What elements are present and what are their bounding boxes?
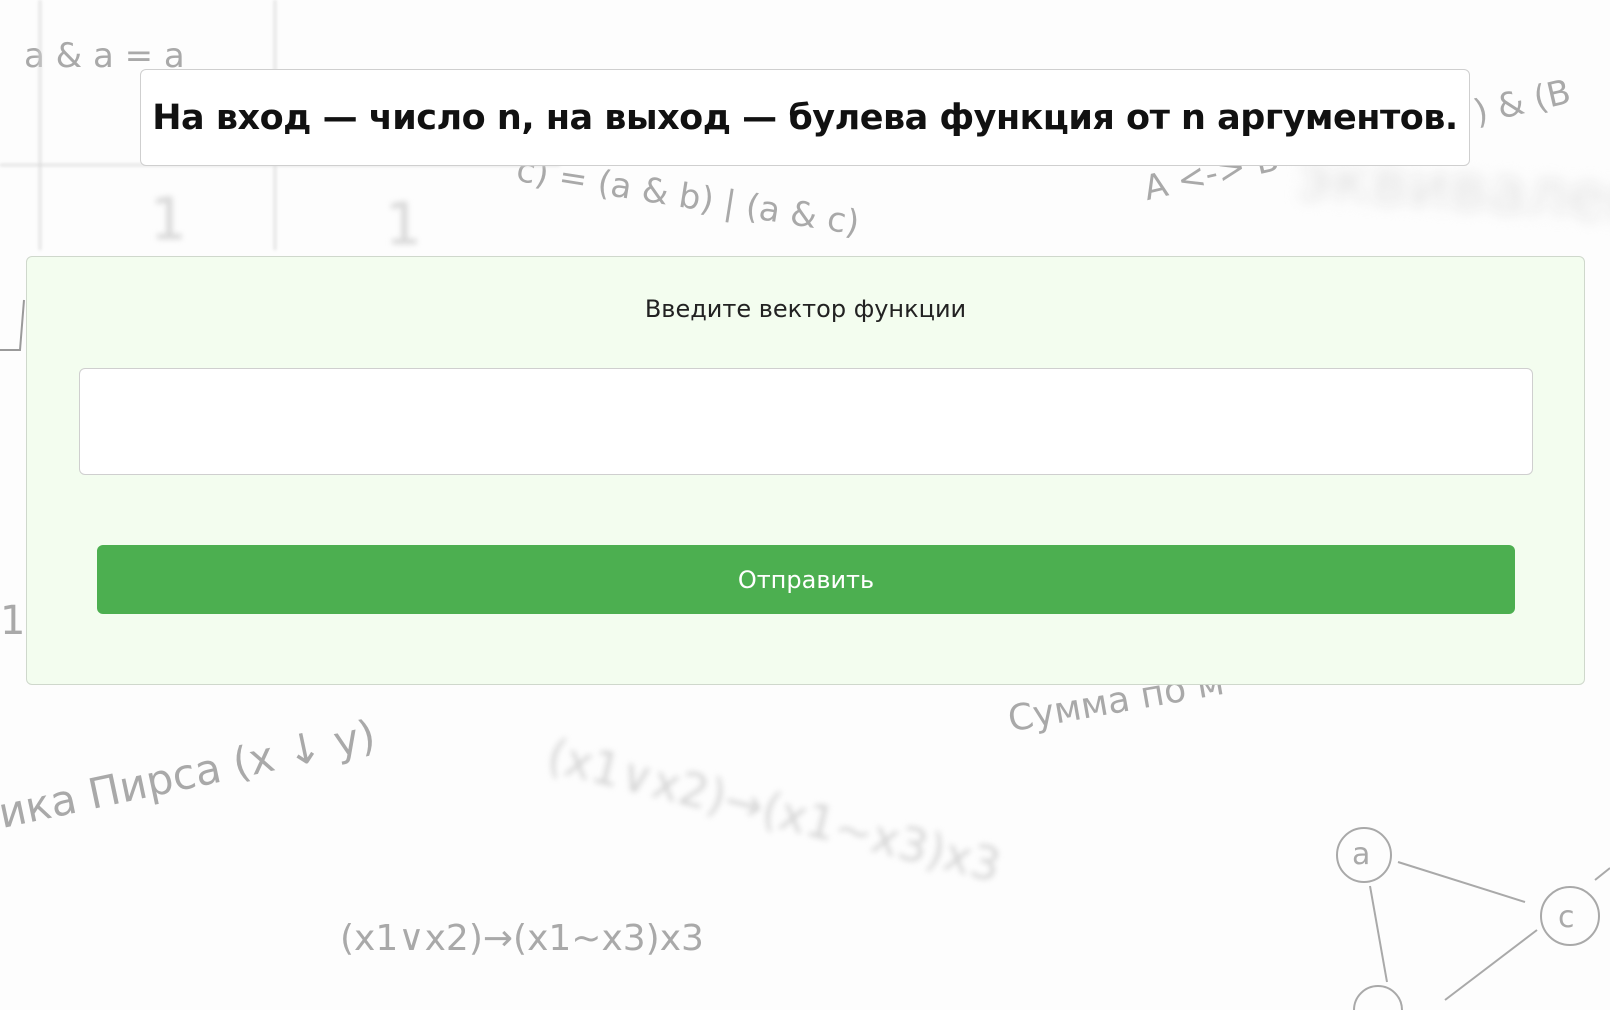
graph-node-a — [1336, 827, 1392, 883]
page-title: На вход — число n, на выход — булева фун… — [152, 97, 1458, 138]
submit-button[interactable]: Отправить — [97, 545, 1515, 614]
bg-formula-fragment: ) & (B — [1470, 71, 1575, 133]
page: a & a = a c) = (a & b) | (a & c) A <-> B… — [0, 0, 1610, 1010]
graph-node-c-label: c — [1558, 900, 1575, 935]
graph-node-bottom — [1353, 985, 1403, 1010]
bg-formula-implication: (x1∨x2)→(x1~x3)x3 — [340, 918, 704, 959]
bg-table-value-1: 1 — [150, 185, 187, 253]
bg-table-value-2: 1 — [385, 190, 422, 258]
bg-formula-implication-blurred: (x1∨x2)→(x1~x3)x3 — [541, 728, 1007, 893]
vector-input[interactable] — [79, 368, 1533, 475]
header-card: На вход — число n, на выход — булева фун… — [140, 69, 1470, 166]
bg-formula-peirce: ика Пирса (x ↓ y) — [0, 710, 380, 838]
vector-form: Введите вектор функции Отправить — [26, 256, 1585, 685]
graph-doodle — [1336, 827, 1610, 1010]
vector-input-label: Введите вектор функции — [644, 295, 967, 323]
graph-node-c — [1540, 886, 1600, 946]
bg-table-value-3: 1 — [0, 598, 26, 644]
graph-node-a-label: a — [1352, 837, 1370, 872]
